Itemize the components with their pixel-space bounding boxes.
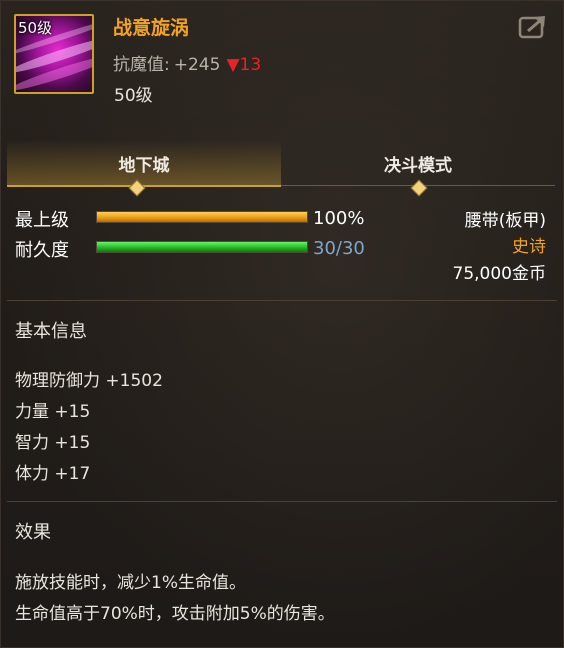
durability-label: 耐久度 (15, 240, 69, 261)
grade-value: 100% (313, 208, 365, 229)
magic-resist-change: ▼13 (226, 55, 262, 75)
basic-info-line: 体力 +17 (15, 464, 91, 484)
item-name: 战意旋涡 (113, 17, 190, 39)
item-header: 50级 战意旋涡 抗魔值: +245 ▼13 50级 (1, 1, 564, 121)
item-level-badge: 50级 (18, 19, 53, 37)
divider (7, 300, 557, 301)
effect-line: 生命值高于70%时，攻击附加5%的伤害。 (15, 604, 335, 624)
required-level: 50级 (114, 86, 153, 106)
divider (7, 501, 557, 502)
mode-tabs: 地下城 决斗模式 (1, 141, 564, 187)
item-belt-icon: 50级 (14, 14, 94, 94)
grade-label: 最上级 (15, 210, 69, 231)
grade-bar (96, 211, 308, 223)
magic-resist-value: +245 (173, 55, 221, 75)
magic-resist-row: 抗魔值: +245 ▼13 (113, 50, 261, 75)
item-tooltip: 50级 战意旋涡 抗魔值: +245 ▼13 50级 地下城 决斗模式 最上级 10… (0, 0, 564, 648)
durability-bar (96, 241, 308, 253)
effect-title: 效果 (15, 522, 51, 543)
item-price: 75,000金币 (452, 264, 546, 284)
share-export-icon[interactable] (518, 14, 548, 40)
grade-bar-fill (97, 212, 307, 222)
item-rarity: 史诗 (512, 237, 546, 257)
basic-info-line: 物理防御力 +1502 (15, 371, 163, 391)
durability-bar-fill (97, 242, 307, 252)
basic-info-line: 力量 +15 (15, 402, 91, 422)
item-slot: 腰带(板甲) (464, 211, 546, 231)
magic-resist-label: 抗魔值: (113, 55, 170, 75)
basic-info-title: 基本信息 (15, 321, 87, 342)
tab-dungeon[interactable]: 地下城 (7, 141, 281, 187)
basic-info-line: 智力 +15 (15, 433, 91, 453)
effect-line: 施放技能时，减少1%生命值。 (15, 573, 246, 593)
durability-value: 30/30 (313, 238, 365, 259)
